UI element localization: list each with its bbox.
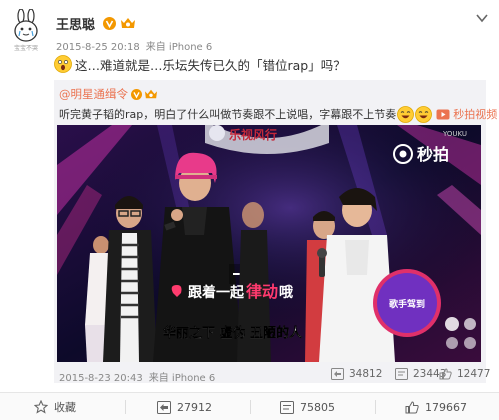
retweet-like-stat[interactable]: 12477 — [439, 368, 490, 380]
repost-icon — [157, 400, 171, 414]
weibo-post-card: 宝宝不哭 王思聪 2015-8-25 20:18 来自 iPhone 6 这…难道… — [0, 0, 499, 420]
caption-top-b: 律动 — [246, 282, 278, 301]
retweet-author-row: @明星通缉令 — [59, 86, 158, 102]
action-bar: 收藏 27912 75805 179667 — [0, 392, 499, 420]
shocked-emoji-icon — [54, 55, 72, 73]
thumbs-up-icon — [439, 368, 452, 380]
retweet-content: 听完黄子韬的rap，明白了什么叫做节奏跟不上说唱，字幕跟不上节奏 秒拍视频 — [59, 104, 497, 124]
star-icon — [34, 400, 48, 414]
caption-bottom: 华丽之下 虚伪 丑陋的人 — [163, 325, 303, 341]
post-author-name[interactable]: 王思聪 — [56, 14, 95, 33]
divider — [250, 400, 251, 414]
user-avatar[interactable]: 宝宝不哭 — [8, 9, 44, 52]
miaopai-logo-text: 秒拍 — [417, 145, 449, 164]
repost-count: 27912 — [177, 400, 212, 414]
post-author-row: 王思聪 — [56, 14, 136, 33]
avatar-caption: 宝宝不哭 — [13, 45, 38, 52]
retweet-box: @明星通缉令 听完黄子韬的rap，明白了什么叫做节奏跟不上说唱，字幕跟不上节奏 — [54, 80, 497, 384]
youku-watermark: YOUKU — [442, 130, 467, 138]
board-text: 歌手驾到 — [389, 298, 425, 310]
divider — [375, 400, 376, 414]
repost-button[interactable]: 27912 — [157, 393, 212, 420]
favorite-button[interactable]: 收藏 — [34, 393, 76, 420]
retweet-footer: 2015-8-23 20:43来自 iPhone 6 34812 23443 — [59, 367, 490, 384]
comment-icon — [280, 400, 294, 414]
laughing-emoji-icon — [397, 105, 415, 123]
divider — [125, 400, 126, 414]
retweet-author[interactable]: @明星通缉令 — [59, 86, 128, 102]
retweet-time[interactable]: 2015-8-23 20:43 — [59, 373, 143, 384]
repost-icon — [331, 368, 344, 380]
post-time[interactable]: 2015-8-25 20:18 — [56, 42, 140, 53]
video-link-icon — [436, 109, 450, 119]
post-meta: 2015-8-25 20:18 来自 iPhone 6 — [56, 38, 218, 53]
thumbs-up-icon — [405, 400, 419, 413]
caption-top-a: 跟着一起 — [188, 284, 245, 301]
video-frame: 乐视风行 歌手驾到 秒拍 YOUKU 跟着一起 律动 哦 华丽之下 虚伪 丑陋的… — [57, 125, 481, 362]
like-count: 179667 — [425, 400, 467, 414]
show-sign-text: 乐视风行 — [229, 127, 277, 142]
retweet-reposts: 34812 — [349, 368, 383, 380]
verified-v-icon[interactable] — [103, 16, 117, 30]
bunny-avatar-icon — [14, 9, 38, 42]
post-source: 来自 iPhone 6 — [145, 42, 213, 53]
retweet-likes: 12477 — [457, 368, 491, 380]
comment-button[interactable]: 75805 — [280, 393, 335, 420]
retweet-source: 来自 iPhone 6 — [148, 373, 216, 384]
retweet-meta: 2015-8-23 20:43 来自 iPhone 6 — [59, 369, 221, 384]
chevron-down-icon[interactable] — [476, 13, 488, 23]
verified-v-icon[interactable] — [131, 88, 142, 100]
vip-member-icon[interactable] — [120, 16, 136, 30]
caption-top-c: 哦 — [279, 284, 293, 301]
post-content: 这…难道就是…乐坛失传已久的「错位rap」吗？ — [54, 54, 346, 74]
video-link-label: 秒拍视频 — [453, 108, 498, 121]
retweet-text: 听完黄子韬的rap，明白了什么叫做节奏跟不上说唱，字幕跟不上节奏 — [59, 108, 397, 121]
video-player[interactable]: 乐视风行 歌手驾到 秒拍 YOUKU 跟着一起 律动 哦 华丽之下 虚伪 丑陋的… — [57, 125, 481, 362]
vip-member-icon[interactable] — [144, 88, 158, 100]
like-button[interactable]: 179667 — [405, 393, 467, 420]
post-text: 这…难道就是…乐坛失传已久的「错位rap」吗？ — [75, 57, 346, 73]
retweet-repost-stat[interactable]: 34812 — [331, 368, 382, 380]
video-link[interactable]: 秒拍视频 — [436, 106, 497, 122]
comment-icon — [395, 368, 408, 380]
favorite-label: 收藏 — [54, 401, 76, 414]
laughing-emoji-icon — [415, 105, 433, 123]
comment-count: 75805 — [300, 400, 335, 414]
